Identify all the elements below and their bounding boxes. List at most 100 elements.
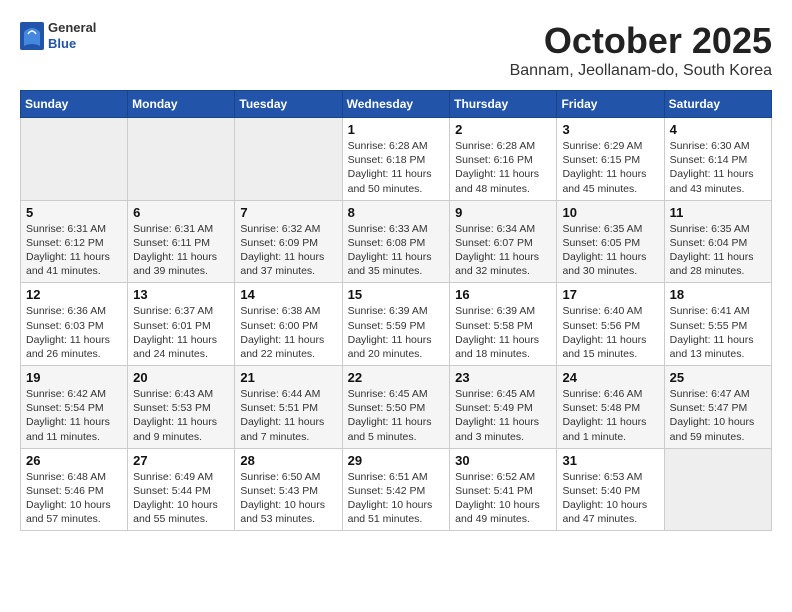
calendar-cell [235,118,342,201]
day-number: 5 [26,205,122,220]
calendar-cell: 4 Sunrise: 6:30 AMSunset: 6:14 PMDaylight… [664,118,771,201]
day-number: 18 [670,287,766,302]
day-number: 1 [348,122,445,137]
day-number: 28 [240,453,336,468]
day-info: Sunrise: 6:52 AMSunset: 5:41 PMDaylight:… [455,470,551,527]
day-number: 10 [562,205,658,220]
calendar-header-row: SundayMondayTuesdayWednesdayThursdayFrid… [21,91,772,118]
calendar-cell: 19 Sunrise: 6:42 AMSunset: 5:54 PMDayligh… [21,366,128,449]
day-number: 3 [562,122,658,137]
calendar-cell: 22 Sunrise: 6:45 AMSunset: 5:50 PMDayligh… [342,366,450,449]
calendar-cell: 25 Sunrise: 6:47 AMSunset: 5:47 PMDayligh… [664,366,771,449]
day-info: Sunrise: 6:47 AMSunset: 5:47 PMDaylight:… [670,387,766,444]
calendar-cell: 14Sunrise: 6:38 AMSunset: 6:00 PMDayligh… [235,283,342,366]
calendar-cell: 2 Sunrise: 6:28 AMSunset: 6:16 PMDaylight… [450,118,557,201]
calendar-cell: 20 Sunrise: 6:43 AMSunset: 5:53 PMDayligh… [128,366,235,449]
calendar-cell: 11 Sunrise: 6:35 AMSunset: 6:04 PMDayligh… [664,200,771,283]
day-number: 23 [455,370,551,385]
calendar-cell: 15Sunrise: 6:39 AMSunset: 5:59 PMDayligh… [342,283,450,366]
calendar-cell: 16 Sunrise: 6:39 AMSunset: 5:58 PMDayligh… [450,283,557,366]
day-number: 9 [455,205,551,220]
day-of-week-header: Sunday [21,91,128,118]
day-info: Sunrise: 6:35 AMSunset: 6:04 PMDaylight:… [670,222,766,279]
day-number: 31 [562,453,658,468]
calendar-cell: 18Sunrise: 6:41 AMSunset: 5:55 PMDayligh… [664,283,771,366]
day-number: 24 [562,370,658,385]
day-info: Sunrise: 6:39 AMSunset: 5:58 PMDaylight:… [455,304,551,361]
day-info: Sunrise: 6:37 AMSunset: 6:01 PMDaylight:… [133,304,229,361]
day-info: Sunrise: 6:50 AMSunset: 5:43 PMDaylight:… [240,470,336,527]
day-number: 2 [455,122,551,137]
day-info: Sunrise: 6:45 AMSunset: 5:50 PMDaylight:… [348,387,445,444]
day-info: Sunrise: 6:40 AMSunset: 5:56 PMDaylight:… [562,304,658,361]
calendar-week-row: 5 Sunrise: 6:31 AMSunset: 6:12 PMDaylight… [21,200,772,283]
day-of-week-header: Monday [128,91,235,118]
page-header: General Blue October 2025 Bannam, Jeolla… [20,20,772,80]
day-number: 20 [133,370,229,385]
day-number: 16 [455,287,551,302]
day-number: 4 [670,122,766,137]
day-info: Sunrise: 6:30 AMSunset: 6:14 PMDaylight:… [670,139,766,196]
calendar-cell: 8Sunrise: 6:33 AMSunset: 6:08 PMDaylight… [342,200,450,283]
day-number: 26 [26,453,122,468]
day-number: 11 [670,205,766,220]
day-number: 22 [348,370,445,385]
day-info: Sunrise: 6:31 AMSunset: 6:11 PMDaylight:… [133,222,229,279]
calendar-cell: 7Sunrise: 6:32 AMSunset: 6:09 PMDaylight… [235,200,342,283]
day-info: Sunrise: 6:29 AMSunset: 6:15 PMDaylight:… [562,139,658,196]
day-info: Sunrise: 6:28 AMSunset: 6:18 PMDaylight:… [348,139,445,196]
day-number: 17 [562,287,658,302]
calendar-cell [128,118,235,201]
calendar-cell: 10 Sunrise: 6:35 AMSunset: 6:05 PMDayligh… [557,200,664,283]
calendar-week-row: 12Sunrise: 6:36 AMSunset: 6:03 PMDayligh… [21,283,772,366]
calendar-cell: 3 Sunrise: 6:29 AMSunset: 6:15 PMDaylight… [557,118,664,201]
day-of-week-header: Wednesday [342,91,450,118]
calendar-cell: 24Sunrise: 6:46 AMSunset: 5:48 PMDayligh… [557,366,664,449]
day-info: Sunrise: 6:28 AMSunset: 6:16 PMDaylight:… [455,139,551,196]
day-of-week-header: Thursday [450,91,557,118]
day-info: Sunrise: 6:51 AMSunset: 5:42 PMDaylight:… [348,470,445,527]
logo-icon [20,22,44,50]
day-info: Sunrise: 6:48 AMSunset: 5:46 PMDaylight:… [26,470,122,527]
calendar-cell [664,448,771,531]
calendar-cell: 12Sunrise: 6:36 AMSunset: 6:03 PMDayligh… [21,283,128,366]
calendar-cell [21,118,128,201]
day-info: Sunrise: 6:35 AMSunset: 6:05 PMDaylight:… [562,222,658,279]
title-section: October 2025 Bannam, Jeollanam-do, South… [510,20,772,80]
day-info: Sunrise: 6:34 AMSunset: 6:07 PMDaylight:… [455,222,551,279]
logo-blue: Blue [48,36,96,52]
month-title: October 2025 [510,20,772,62]
calendar-week-row: 19 Sunrise: 6:42 AMSunset: 5:54 PMDayligh… [21,366,772,449]
day-number: 25 [670,370,766,385]
day-info: Sunrise: 6:43 AMSunset: 5:53 PMDaylight:… [133,387,229,444]
calendar-cell: 6 Sunrise: 6:31 AMSunset: 6:11 PMDaylight… [128,200,235,283]
calendar-cell: 28 Sunrise: 6:50 AMSunset: 5:43 PMDayligh… [235,448,342,531]
calendar-cell: 9 Sunrise: 6:34 AMSunset: 6:07 PMDaylight… [450,200,557,283]
calendar-cell: 17 Sunrise: 6:40 AMSunset: 5:56 PMDayligh… [557,283,664,366]
day-info: Sunrise: 6:38 AMSunset: 6:00 PMDaylight:… [240,304,336,361]
day-info: Sunrise: 6:31 AMSunset: 6:12 PMDaylight:… [26,222,122,279]
day-info: Sunrise: 6:53 AMSunset: 5:40 PMDaylight:… [562,470,658,527]
day-number: 15 [348,287,445,302]
calendar-week-row: 1 Sunrise: 6:28 AMSunset: 6:18 PMDaylight… [21,118,772,201]
day-number: 21 [240,370,336,385]
day-info: Sunrise: 6:45 AMSunset: 5:49 PMDaylight:… [455,387,551,444]
calendar-cell: 5 Sunrise: 6:31 AMSunset: 6:12 PMDaylight… [21,200,128,283]
day-number: 12 [26,287,122,302]
calendar-cell: 31 Sunrise: 6:53 AMSunset: 5:40 PMDayligh… [557,448,664,531]
logo: General Blue [20,20,96,51]
day-info: Sunrise: 6:42 AMSunset: 5:54 PMDaylight:… [26,387,122,444]
day-number: 30 [455,453,551,468]
day-number: 29 [348,453,445,468]
day-number: 6 [133,205,229,220]
calendar-cell: 13Sunrise: 6:37 AMSunset: 6:01 PMDayligh… [128,283,235,366]
day-info: Sunrise: 6:44 AMSunset: 5:51 PMDaylight:… [240,387,336,444]
day-info: Sunrise: 6:49 AMSunset: 5:44 PMDaylight:… [133,470,229,527]
day-number: 8 [348,205,445,220]
calendar-table: SundayMondayTuesdayWednesdayThursdayFrid… [20,90,772,531]
day-number: 19 [26,370,122,385]
day-number: 27 [133,453,229,468]
logo-text: General Blue [48,20,96,51]
day-number: 7 [240,205,336,220]
day-of-week-header: Friday [557,91,664,118]
